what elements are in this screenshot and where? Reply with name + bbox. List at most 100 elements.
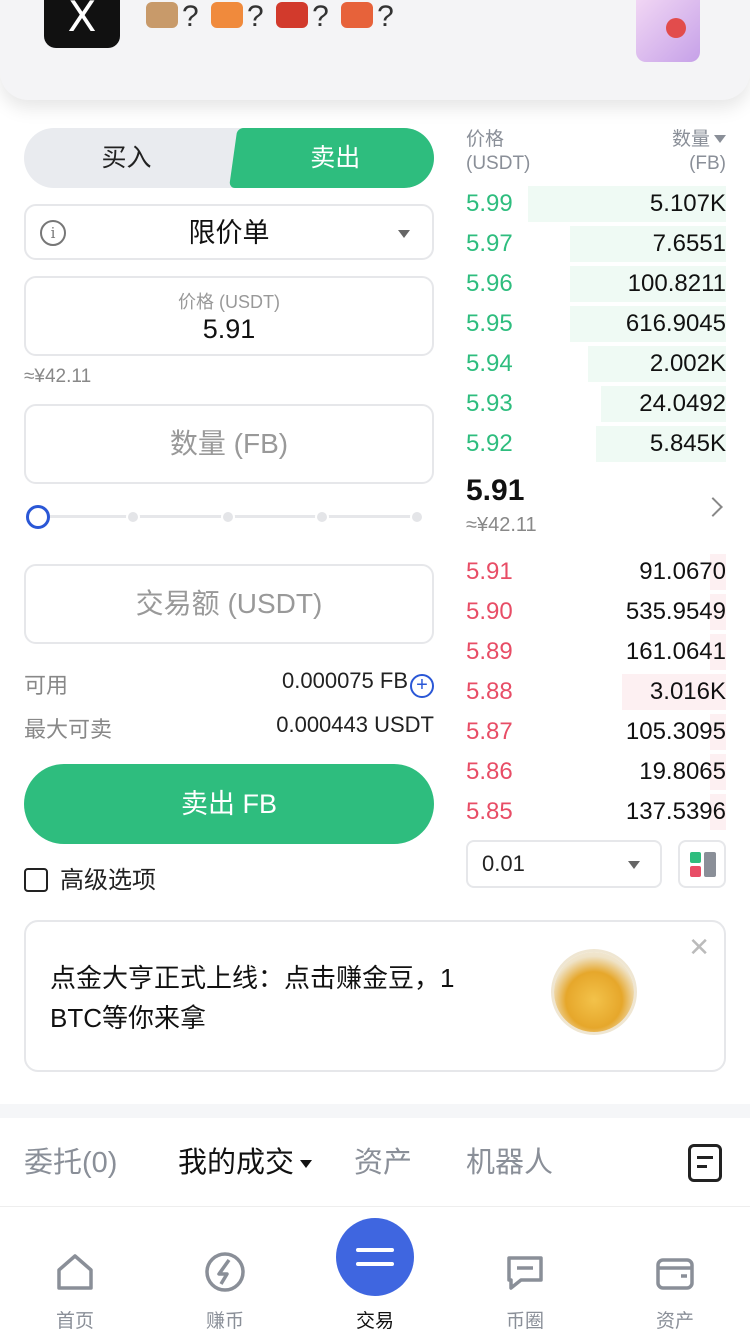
order-type-select[interactable]: i 限价单 xyxy=(24,204,434,260)
bid-quantity: 91.0670 xyxy=(639,558,726,585)
ask-price: 5.96 xyxy=(466,270,513,297)
ask-price: 5.94 xyxy=(466,350,513,377)
bid-price: 5.89 xyxy=(466,638,513,665)
close-icon[interactable]: ✕ xyxy=(688,932,710,963)
ask-quantity: 100.8211 xyxy=(627,270,726,297)
bid-row[interactable]: 5.90 535.9549 xyxy=(466,592,726,632)
ask-row[interactable]: 5.96 100.8211 xyxy=(466,264,726,304)
notification-banner[interactable]: X ? ? ? ? xyxy=(0,0,750,100)
nav-home[interactable]: 首页 xyxy=(0,1236,150,1334)
bid-row[interactable]: 5.88 3.016K xyxy=(466,672,726,712)
max-sell-label: 最大可卖 xyxy=(24,717,113,742)
orders-tabs: 委托(0) 我的成交 资产 机器人 xyxy=(24,1140,726,1190)
nav-community[interactable]: 币圈 xyxy=(450,1236,600,1334)
dropdown-caret-icon xyxy=(628,861,640,869)
bid-row[interactable]: 5.85 137.5396 xyxy=(466,792,726,832)
earn-icon xyxy=(205,1252,245,1292)
side-toggle: 买入 卖出 xyxy=(24,128,434,188)
amount-placeholder: 交易额 (USDT) xyxy=(135,588,323,619)
ask-quantity: 5.107K xyxy=(649,190,726,217)
ask-price: 5.99 xyxy=(466,190,513,217)
notification-thumbnail xyxy=(636,0,700,62)
trade-icon[interactable] xyxy=(336,1218,414,1296)
ask-price: 5.97 xyxy=(466,230,513,257)
dropdown-caret-icon xyxy=(398,230,410,238)
last-price: 5.91 xyxy=(466,474,525,507)
bid-row[interactable]: 5.89 161.0641 xyxy=(466,632,726,672)
price-column-header: 价格 xyxy=(466,129,505,150)
order-history-icon[interactable] xyxy=(688,1144,722,1182)
ask-row[interactable]: 5.94 2.002K xyxy=(466,344,726,384)
tab-assets[interactable]: 资产 xyxy=(354,1140,412,1186)
promo-card[interactable]: 点金大亨正式上线：点击赚金豆，1 BTC等你来拿 ✕ xyxy=(24,920,726,1072)
quantity-slider[interactable] xyxy=(26,504,426,530)
bid-price: 5.87 xyxy=(466,718,513,745)
tab-my-trades[interactable]: 我的成交 xyxy=(178,1140,313,1186)
bid-quantity: 161.0641 xyxy=(625,638,726,665)
slider-knob[interactable] xyxy=(26,505,50,529)
bid-row[interactable]: 5.86 19.8065 xyxy=(466,752,726,792)
quantity-input[interactable]: 数量 (FB) xyxy=(24,404,434,484)
chevron-right-icon[interactable] xyxy=(703,497,723,517)
slider-step-100[interactable] xyxy=(410,510,424,524)
bid-price: 5.91 xyxy=(466,558,513,585)
ask-price: 5.95 xyxy=(466,310,513,337)
qty-sort-caret-icon[interactable] xyxy=(714,135,726,143)
promo-text: 点金大亨正式上线：点击赚金豆，1 BTC等你来拿 xyxy=(50,963,455,1033)
advanced-checkbox[interactable] xyxy=(24,868,48,892)
amount-input[interactable]: 交易额 (USDT) xyxy=(24,564,434,644)
emoji-icon xyxy=(341,2,374,28)
qty-column-header[interactable]: 数量 xyxy=(672,129,710,150)
emoji-icon xyxy=(211,2,244,28)
transfer-plus-icon[interactable]: + xyxy=(410,674,434,698)
ask-row[interactable]: 5.95 616.9045 xyxy=(466,304,726,344)
gold-coin-icon xyxy=(554,952,634,1032)
orderbook-layout-icon[interactable] xyxy=(678,840,726,888)
depth-step-select[interactable]: 0.01 xyxy=(466,840,662,888)
available-label: 可用 xyxy=(24,673,69,698)
ask-row[interactable]: 5.97 7.6551 xyxy=(466,224,726,264)
chat-icon xyxy=(507,1256,543,1290)
orderbook-header: 价格 (USDT) 数量 (FB) xyxy=(466,128,726,176)
price-label: 价格 (USDT) xyxy=(178,292,280,312)
nav-assets[interactable]: 资产 xyxy=(600,1236,750,1334)
slider-step-75[interactable] xyxy=(315,510,329,524)
ask-quantity: 24.0492 xyxy=(639,390,726,417)
sell-tab[interactable]: 卖出 xyxy=(229,128,434,188)
slider-step-50[interactable] xyxy=(221,510,235,524)
bid-price: 5.88 xyxy=(466,678,513,705)
ask-row[interactable]: 5.92 5.845K xyxy=(466,424,726,464)
max-sell-row: 最大可卖 0.000443 USDT xyxy=(24,712,434,742)
bid-row[interactable]: 5.87 105.3095 xyxy=(466,712,726,752)
price-input[interactable]: 价格 (USDT) 5.91 xyxy=(24,276,434,356)
ask-row[interactable]: 5.93 24.0492 xyxy=(466,384,726,424)
bid-row[interactable]: 5.91 91.0670 xyxy=(466,552,726,592)
nav-earn[interactable]: 赚币 xyxy=(150,1236,300,1334)
buy-tab[interactable]: 买入 xyxy=(24,128,229,188)
sell-submit-button[interactable]: 卖出 FB xyxy=(24,764,434,844)
ask-price: 5.92 xyxy=(466,430,513,457)
emoji-icon xyxy=(276,2,309,28)
slider-step-25[interactable] xyxy=(126,510,140,524)
section-divider xyxy=(0,1104,750,1118)
price-approx: ≈¥42.11 xyxy=(24,366,92,387)
bid-quantity: 137.5396 xyxy=(625,798,726,825)
tab-robot[interactable]: 机器人 xyxy=(466,1140,553,1186)
tab-orders[interactable]: 委托(0) xyxy=(24,1140,117,1186)
emoji-icon xyxy=(146,2,178,28)
tab-caret-icon xyxy=(300,1160,313,1168)
ask-quantity: 2.002K xyxy=(649,350,726,377)
x-app-icon: X xyxy=(44,0,120,48)
wallet-icon xyxy=(656,1258,694,1290)
advanced-options[interactable]: 高级选项 xyxy=(24,860,156,895)
bid-quantity: 3.016K xyxy=(649,678,726,705)
ask-row[interactable]: 5.99 5.107K xyxy=(466,184,726,224)
depth-step-value: 0.01 xyxy=(482,851,525,876)
home-icon xyxy=(57,1254,93,1290)
available-value: 0.000075 FB xyxy=(282,668,408,693)
tabs-divider xyxy=(0,1206,750,1207)
bid-quantity: 19.8065 xyxy=(639,758,726,785)
bid-price: 5.85 xyxy=(466,798,513,825)
ask-price: 5.93 xyxy=(466,390,513,417)
max-sell-value: 0.000443 USDT xyxy=(276,712,434,737)
